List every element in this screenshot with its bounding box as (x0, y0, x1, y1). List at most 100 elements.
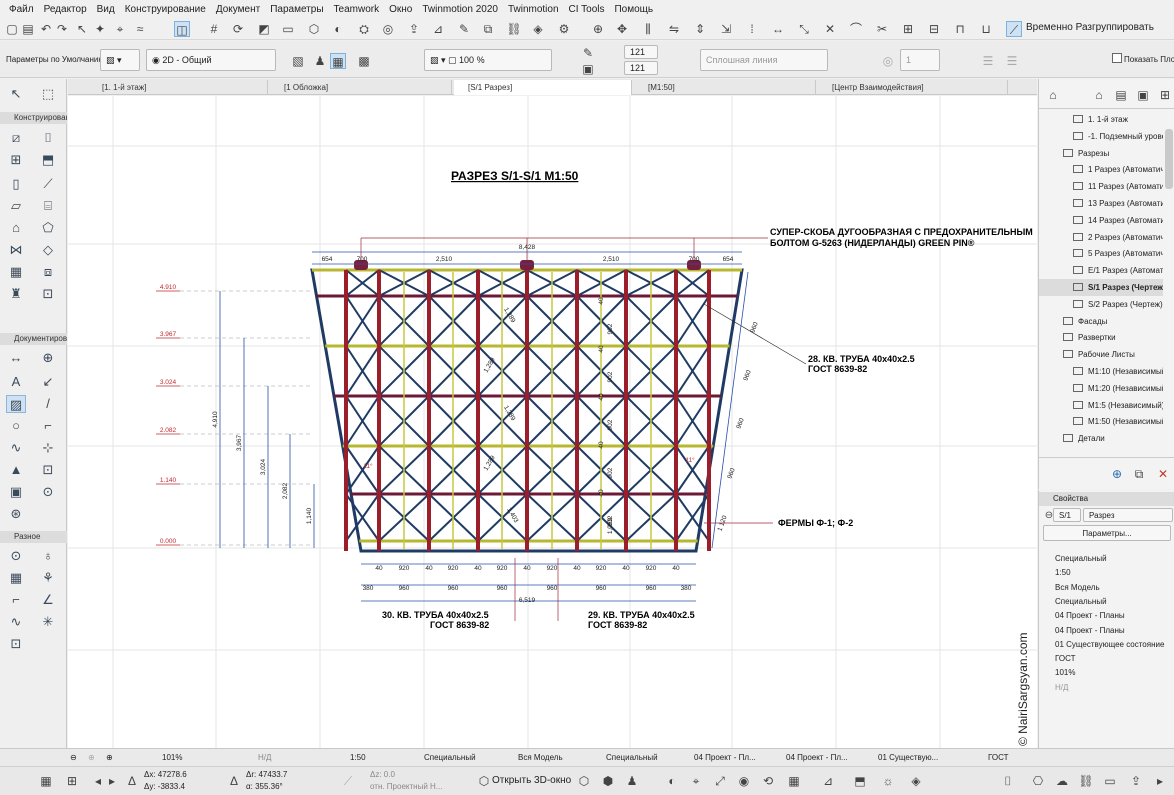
menu-item-2[interactable]: Вид (92, 4, 120, 15)
layers-3d-icon[interactable]: ▦ (786, 773, 802, 789)
suspend-groups-label[interactable]: Временно Разгруппировать (1026, 22, 1154, 33)
property-row[interactable]: 1:50 (1039, 566, 1174, 580)
hatch-icon[interactable]: ▧ (290, 53, 306, 69)
eye-3d-icon[interactable]: ◉ (736, 773, 752, 789)
cube-icon[interactable]: ⬡ (576, 773, 592, 789)
hotspot-tool-icon[interactable]: ⊹ (38, 439, 58, 457)
measure-icon[interactable]: ⊿ (430, 21, 446, 37)
arrow-tool-icon[interactable]: ↖ (6, 85, 26, 103)
bg-color-icon[interactable]: ▣ (580, 61, 596, 77)
marquee-tool-icon[interactable]: ⬚ (38, 85, 58, 103)
undo-icon[interactable]: ↶ (38, 21, 54, 37)
skylight-icon[interactable]: ⚘ (38, 569, 58, 587)
property-name-field[interactable]: Разрез (1083, 508, 1173, 522)
next-icon[interactable]: ▸ (104, 773, 120, 789)
column-tool-icon[interactable]: ▯ (6, 175, 26, 193)
menu-item-10[interactable]: CI Tools (564, 4, 610, 15)
navigator-item[interactable]: Фасады (1039, 313, 1163, 330)
scale-value[interactable]: 1:50 (350, 749, 366, 767)
resize-icon[interactable]: ⤡ (796, 21, 812, 37)
pen-color-icon[interactable]: ✎ (580, 45, 596, 61)
wall-end-icon[interactable]: ▦ (6, 569, 26, 587)
grid-icon[interactable]: # (206, 21, 222, 37)
mesh-tool-icon[interactable]: ⋈ (6, 241, 26, 259)
property-row[interactable]: 04 Проект - Планы (1039, 624, 1174, 638)
rotate-icon[interactable]: ⟳ (230, 21, 246, 37)
open-folder-icon[interactable]: ▤ (20, 21, 36, 37)
new-file-icon[interactable]: ▢ (4, 21, 20, 37)
property-row[interactable]: Вся Модель (1039, 581, 1174, 595)
wave-icon[interactable]: ∿ (6, 613, 26, 631)
navigator-item[interactable]: 11 Разрез (Автомати (1039, 178, 1163, 195)
navigator-item[interactable]: Е/1 Разрез (Автомати (1039, 262, 1163, 279)
layer-set-value[interactable]: Специальный (424, 749, 476, 767)
layer-number-field[interactable]: 1 (900, 49, 940, 71)
navigator-scrollbar[interactable] (1165, 129, 1173, 189)
snap-grid-icon[interactable]: ▦ (38, 773, 54, 789)
zoom-icon[interactable]: ⊕ (590, 21, 606, 37)
orbit-3d-icon[interactable]: ◐ (664, 773, 680, 789)
markup-icon[interactable]: ✎ (456, 21, 472, 37)
stretch-icon[interactable]: ↔ (770, 21, 786, 37)
new-view-icon[interactable]: ⊕ (1109, 466, 1125, 482)
unlock-icon[interactable]: ⊔ (978, 21, 994, 37)
grid-element-icon[interactable]: ⊙ (6, 547, 26, 565)
walk-icon[interactable]: ♟ (624, 773, 640, 789)
cloud-icon[interactable]: ☁ (1054, 773, 1070, 789)
pen-2-field[interactable]: 121 (624, 61, 658, 75)
sync-icon[interactable]: ⟲ (760, 773, 776, 789)
property-row[interactable]: Специальный (1039, 595, 1174, 609)
pen-scale-selector[interactable]: ▨ ▾ ▢ 100 % (424, 49, 552, 71)
style-icon[interactable]: ◈ (908, 773, 924, 789)
railing-tool-icon[interactable]: ⧈ (38, 263, 58, 281)
tab-3[interactable]: [M1:50] (634, 80, 816, 95)
section-document[interactable]: Документирование (0, 333, 67, 345)
change-tool-icon[interactable]: ⊛ (6, 505, 26, 523)
ungroup-icon[interactable]: ⊟ (926, 21, 942, 37)
params-button[interactable]: Параметры... (1043, 525, 1171, 541)
gear-icon[interactable]: ⚙ (556, 21, 572, 37)
navigator-item[interactable]: Разрезы (1039, 145, 1163, 162)
stair-tool-icon[interactable]: ⌸ (38, 197, 58, 215)
compare-icon[interactable]: ⧉ (480, 21, 496, 37)
property-id-field[interactable]: S/1 (1053, 508, 1081, 522)
section-tool-icon[interactable]: ▲ (6, 461, 26, 479)
zoom-reset-icon[interactable]: ⊕ (88, 749, 95, 767)
render-3d-icon[interactable]: ☼ (880, 773, 896, 789)
navigator-item[interactable]: M1:50 (Независимый) (1039, 413, 1163, 430)
drawing-canvas[interactable]: 4.910 3.967 3.024 2.082 1.140 0.000 4,910 3,967… (68, 96, 1037, 748)
object-tool-icon[interactable]: ⬒ (38, 151, 58, 169)
layers-icon[interactable]: ◩ (256, 21, 272, 37)
dimension-tool-icon[interactable]: ↔ (6, 349, 26, 367)
menu-item-3[interactable]: Конструирование (120, 4, 211, 15)
render-icon[interactable]: ◎ (380, 21, 396, 37)
navigator-home-icon[interactable]: ⌂ (1045, 87, 1061, 103)
fillet-icon[interactable]: ⌒ (848, 21, 864, 37)
navigator-item[interactable]: 13 Разрез (Автомати (1039, 195, 1163, 212)
more-icon[interactable]: ▸ (1152, 773, 1168, 789)
line-tool-icon[interactable]: / (38, 395, 58, 413)
snap-icon[interactable]: ⌖ (112, 21, 128, 37)
worksheet-tool-icon[interactable]: ⊙ (38, 483, 58, 501)
navigator-item[interactable]: 5 Разрез (Автоматиче (1039, 245, 1163, 262)
open-3d-button[interactable]: Открыть 3D-окно (492, 775, 571, 786)
pan-icon[interactable]: ✥ (614, 21, 630, 37)
pointer-icon[interactable]: ↖ (74, 21, 90, 37)
group-icon[interactable]: ⊞ (900, 21, 916, 37)
eye-layer-icon[interactable]: ◎ (880, 53, 896, 69)
angle-icon[interactable]: ∠ (38, 591, 58, 609)
view-map-icon[interactable]: ▤ (1113, 87, 1129, 103)
navigator-item[interactable]: Развертки (1039, 329, 1163, 346)
tab-4[interactable]: [Центр Взаимодействия] (818, 80, 1008, 95)
elevate-icon[interactable]: ⇕ (692, 21, 708, 37)
section-construct[interactable]: Конструирование (0, 112, 67, 124)
bim-icon[interactable]: ◈ (530, 21, 546, 37)
zoom-value[interactable]: 101% (162, 749, 182, 767)
layout-book-icon[interactable]: ▣ (1135, 87, 1151, 103)
fill-selector[interactable]: ▨ ▾ (100, 49, 140, 71)
property-row[interactable]: ГОСТ (1039, 652, 1174, 666)
elevation-tool-icon[interactable]: ⊡ (38, 461, 58, 479)
intersect-icon[interactable]: ✕ (822, 21, 838, 37)
window-tool-icon[interactable]: ⊞ (6, 151, 26, 169)
window-layout-icon[interactable]: ▭ (1102, 773, 1118, 789)
